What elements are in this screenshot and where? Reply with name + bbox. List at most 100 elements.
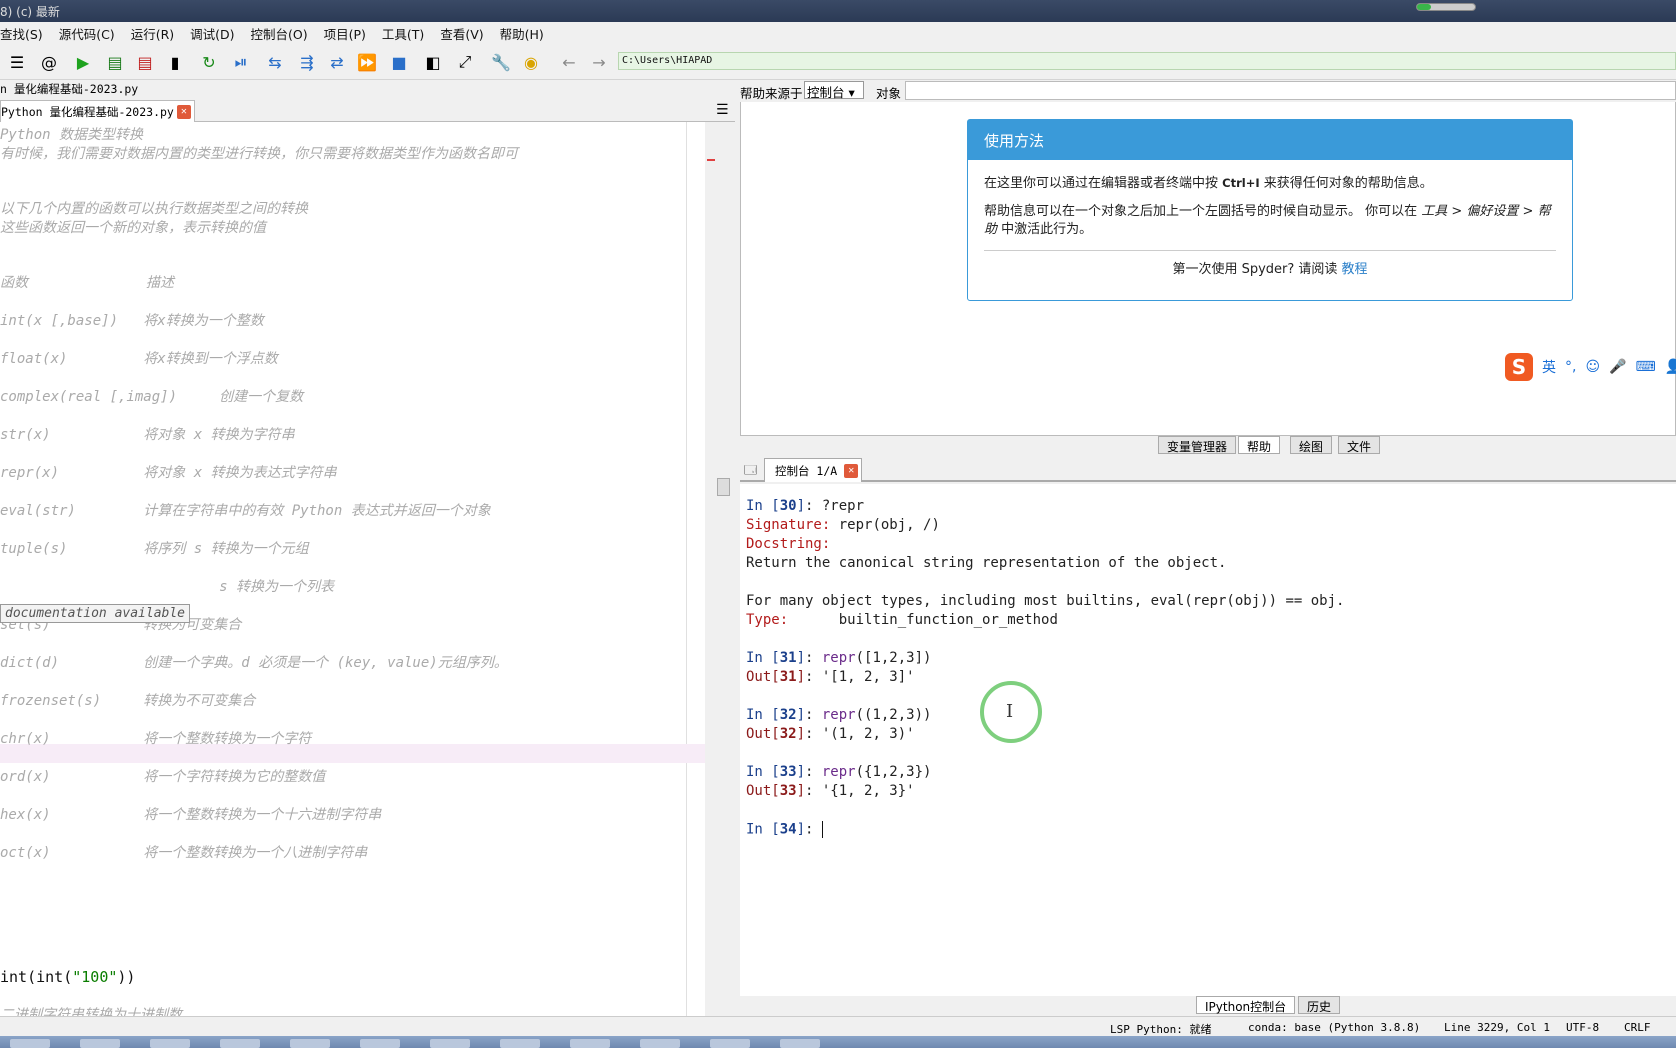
- console-prompt[interactable]: In [34]:: [746, 821, 823, 838]
- eol-status: CRLF: [1624, 1021, 1651, 1034]
- run-selection-icon[interactable]: ▮: [164, 51, 186, 73]
- tab-variable-explorer[interactable]: 变量管理器: [1158, 436, 1237, 454]
- tab-files[interactable]: 文件: [1338, 436, 1381, 454]
- taskbar-item[interactable]: [780, 1039, 820, 1048]
- lsp-status: LSP Python: 就绪: [1110, 1023, 1212, 1036]
- ime-toolbar[interactable]: S 英 °, ☺ 🎤 ⌨ 👤: [1505, 352, 1676, 382]
- console-tab[interactable]: 控制台 1/A ✕: [764, 458, 863, 482]
- usage-card-title: 使用方法: [968, 120, 1572, 160]
- conda-status: conda: base (Python 3.8.8): [1248, 1021, 1421, 1034]
- pane-tabs: 变量管理器 帮助 绘图 文件: [740, 436, 1676, 456]
- preferences-icon[interactable]: 🔧: [490, 51, 512, 73]
- taskbar-item[interactable]: [150, 1039, 190, 1048]
- menu-run[interactable]: 运行(R): [123, 24, 182, 43]
- back-icon[interactable]: ←: [558, 51, 580, 73]
- menu-search[interactable]: 查找(S): [0, 24, 51, 43]
- step-icon[interactable]: ⇆: [264, 51, 286, 73]
- menu-source[interactable]: 源代码(C): [51, 24, 123, 43]
- code-line: repr(x) 将对象 x 转换为表达式字符串: [0, 465, 337, 481]
- close-tab-icon[interactable]: ✕: [176, 105, 191, 119]
- stop-icon[interactable]: ■: [388, 51, 410, 73]
- code-line: hex(x) 将一个整数转换为一个十六进制字符串: [0, 807, 382, 823]
- taskbar-item[interactable]: [500, 1039, 540, 1048]
- code-line: int(int("100")): [0, 968, 136, 986]
- editor-scrollbar[interactable]: [705, 122, 735, 1016]
- console-tab-label: 控制台 1/A: [775, 464, 838, 478]
- forward-icon[interactable]: →: [588, 51, 610, 73]
- taskbar-item[interactable]: [220, 1039, 260, 1048]
- code-line: 函数 描述: [0, 275, 175, 291]
- code-line: 有时候，我们需要对数据内置的类型进行转换，你只需要将数据类型作为函数名即可: [0, 146, 518, 162]
- continue-icon[interactable]: ⏩: [356, 51, 378, 73]
- editor-tab-label: Python 量化编程基础-2023.py: [1, 105, 174, 119]
- taskbar-item[interactable]: [640, 1039, 680, 1048]
- help-source-select[interactable]: 控制台 ▾: [804, 81, 864, 100]
- ipython-console[interactable]: In [30]: ?repr Signature: repr(obj, /) D…: [740, 484, 1676, 996]
- working-directory-input[interactable]: C:\Users\HIAPAD: [618, 52, 1676, 70]
- keyboard-icon[interactable]: ⌨: [1636, 359, 1656, 375]
- mic-icon[interactable]: 🎤: [1609, 359, 1626, 375]
- tab-help[interactable]: 帮助: [1238, 436, 1281, 454]
- fullscreen-icon[interactable]: ⤢: [454, 51, 476, 73]
- run-cell-icon[interactable]: ▤: [104, 51, 126, 73]
- menu-project[interactable]: 项目(P): [316, 24, 374, 43]
- at-icon[interactable]: @: [38, 51, 60, 73]
- help-toolbar: 帮助来源于 控制台 ▾ 对象: [740, 80, 1676, 102]
- taskbar-item[interactable]: [710, 1039, 750, 1048]
- list-icon[interactable]: ☰: [6, 51, 28, 73]
- console-bottom-tabs: IPython控制台 历史: [740, 996, 1676, 1016]
- console-line: Out[32]: '(1, 2, 3)': [746, 726, 915, 742]
- object-input[interactable]: [905, 81, 1676, 100]
- tab-ipython-console[interactable]: IPython控制台: [1196, 996, 1296, 1014]
- usage-text-2: 帮助信息可以在一个对象之后加上一个左圆括号的时候自动显示。 你可以在 工具 > …: [984, 204, 1551, 237]
- browse-tabs-icon[interactable]: 🗔: [744, 461, 757, 482]
- close-console-icon[interactable]: ✕: [844, 464, 859, 478]
- console-line: For many object types, including most bu…: [746, 593, 1345, 609]
- taskbar-item[interactable]: [360, 1039, 400, 1048]
- code-line: ord(x) 将一个字符转换为它的整数值: [0, 769, 326, 785]
- punct-icon[interactable]: °,: [1565, 359, 1576, 375]
- scrollbar-thumb[interactable]: [717, 478, 730, 496]
- object-label: 对象: [876, 86, 902, 101]
- menu-debug[interactable]: 调试(D): [182, 24, 242, 43]
- tutorial-link[interactable]: 教程: [1342, 262, 1368, 277]
- step-return-icon[interactable]: ⇄: [326, 51, 348, 73]
- code-line: s 转换为一个列表: [0, 579, 335, 595]
- run-cell-advance-icon[interactable]: ▤: [134, 51, 156, 73]
- menu-tools[interactable]: 工具(T): [374, 24, 432, 43]
- emoji-icon[interactable]: ☺: [1585, 359, 1600, 375]
- menu-console[interactable]: 控制台(O): [243, 24, 316, 43]
- run-icon[interactable]: ▶: [72, 51, 94, 73]
- code-line: eval(str) 计算在字符串中的有效 Python 表达式并返回一个对象: [0, 503, 491, 519]
- menu-help[interactable]: 帮助(H): [492, 24, 552, 43]
- console-line: In [32]: repr((1,2,3)): [746, 707, 932, 723]
- user-icon[interactable]: 👤: [1665, 359, 1676, 375]
- sogou-logo-icon: S: [1505, 353, 1533, 381]
- code-line: complex(real [,imag]) 创建一个复数: [0, 389, 304, 405]
- code-line: frozenset(s) 转换为不可变集合: [0, 693, 256, 709]
- options-menu-icon[interactable]: ☰: [716, 102, 729, 118]
- tab-history[interactable]: 历史: [1298, 996, 1341, 1014]
- taskbar-item[interactable]: [570, 1039, 610, 1048]
- taskbar-item[interactable]: [80, 1039, 120, 1048]
- console-line: In [30]: ?repr: [746, 498, 865, 514]
- editor-tab[interactable]: Python 量化编程基础-2023.py ✕: [0, 100, 195, 122]
- debug-icon[interactable]: ⏯: [230, 51, 252, 73]
- step-into-icon[interactable]: ⇶: [296, 51, 318, 73]
- ime-lang[interactable]: 英: [1542, 357, 1556, 377]
- encoding-status: UTF-8: [1566, 1021, 1600, 1034]
- code-editor[interactable]: Python 数据类型转换 有时候，我们需要对数据内置的类型进行转换，你只需要将…: [0, 122, 705, 1016]
- menu-view[interactable]: 查看(V): [432, 24, 491, 43]
- maximize-pane-icon[interactable]: ◧: [422, 51, 444, 73]
- python-path-icon[interactable]: ◉: [520, 51, 542, 73]
- usage-text-3: 第一次使用 Spyder? 请阅读 教程: [1172, 262, 1368, 277]
- rerun-icon[interactable]: ↻: [198, 51, 220, 73]
- taskbar-item[interactable]: [430, 1039, 470, 1048]
- taskbar-item[interactable]: [10, 1039, 50, 1048]
- title-progress: [1416, 3, 1476, 11]
- menubar: 查找(S) 源代码(C) 运行(R) 调试(D) 控制台(O) 项目(P) 工具…: [0, 22, 1676, 44]
- tab-plots[interactable]: 绘图: [1290, 436, 1333, 454]
- toolbar: ☰ @ ▶ ▤ ▤ ▮ ↻ ⏯ ⇆ ⇶ ⇄ ⏩ ■ ◧ ⤢ 🔧 ◉ ← → C:…: [0, 44, 1676, 80]
- usage-text-1: 在这里你可以通过在编辑器或者终端中按 Ctrl+I 来获得任何对象的帮助信息。: [984, 176, 1433, 191]
- taskbar-item[interactable]: [290, 1039, 330, 1048]
